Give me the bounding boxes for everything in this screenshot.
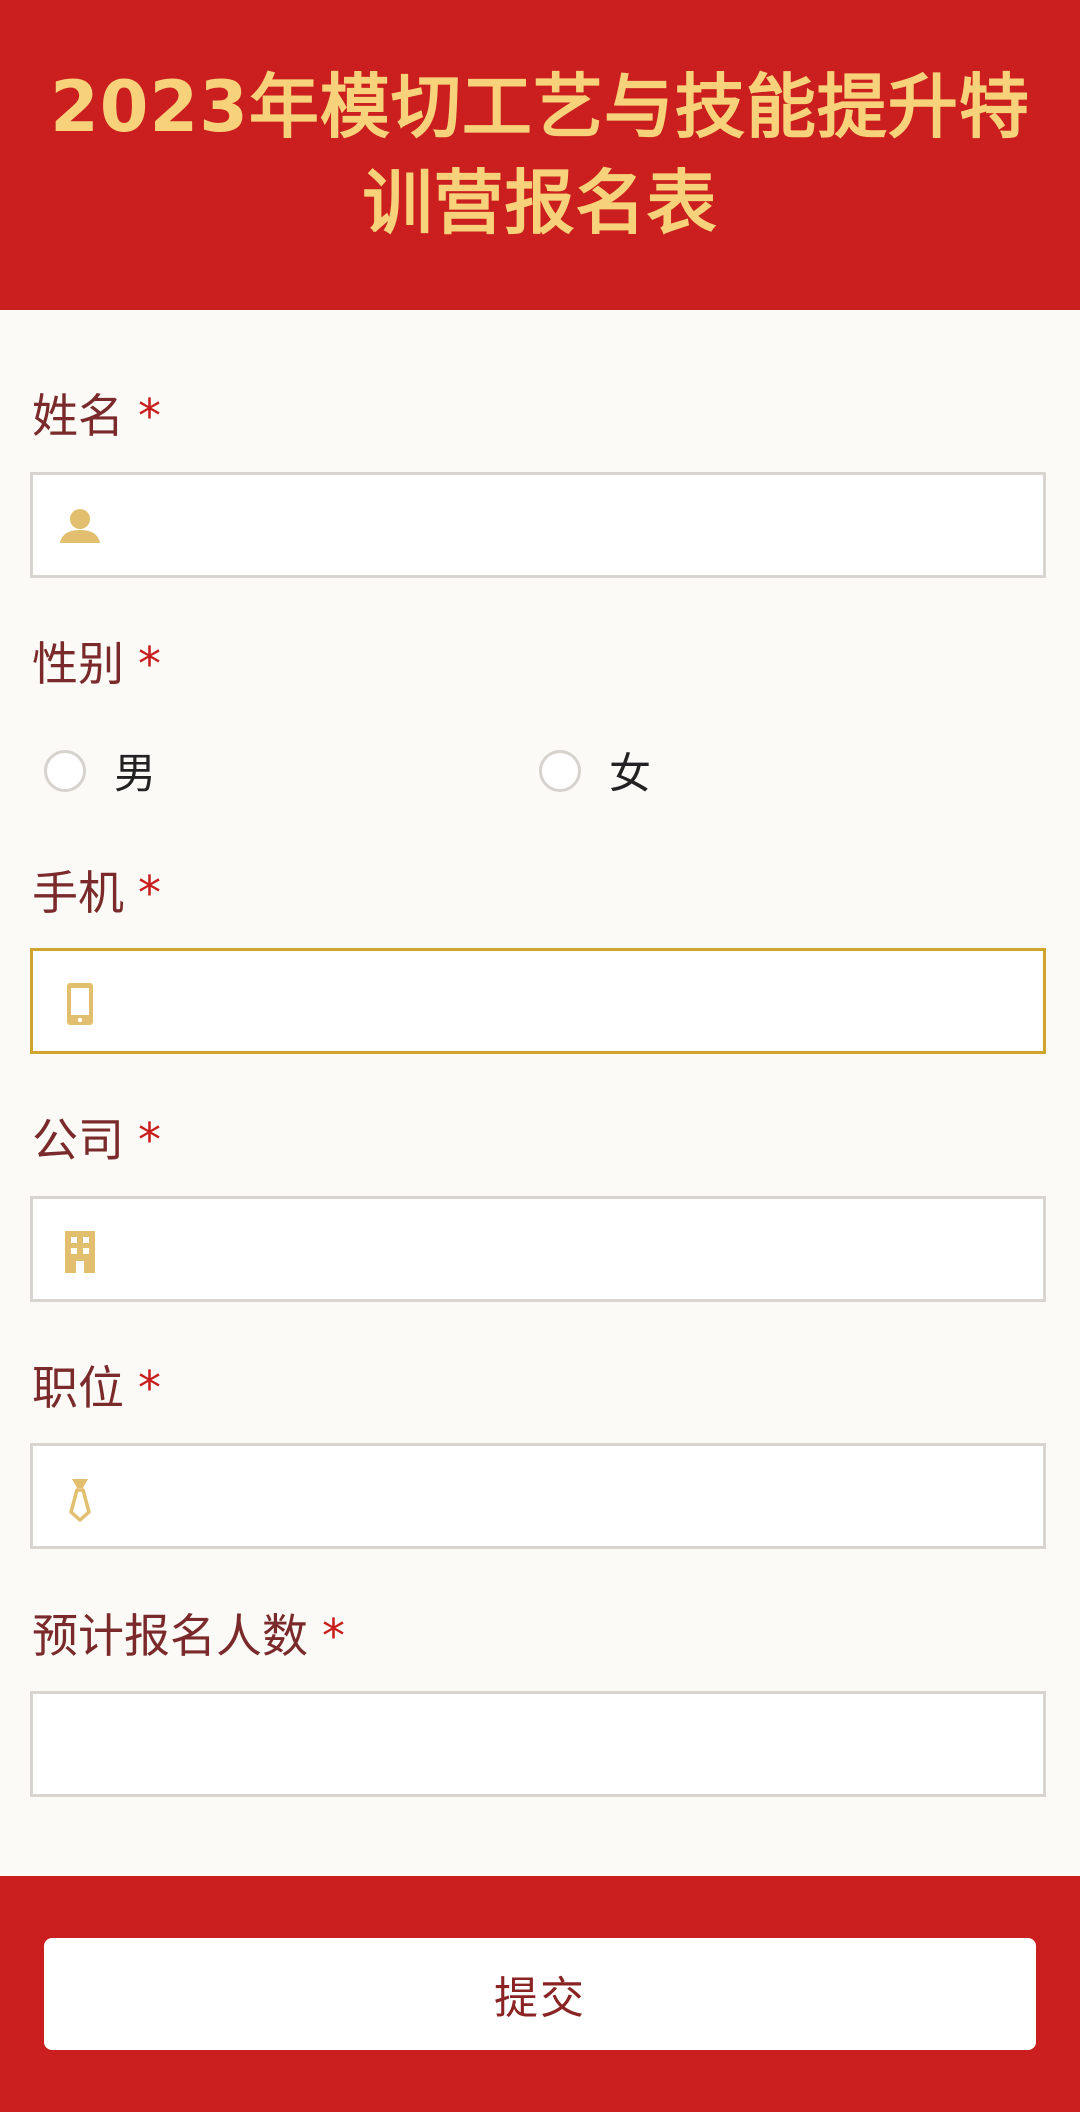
- position-label: 职位 *: [32, 1358, 161, 1418]
- mobile-phone-icon: [55, 979, 105, 1029]
- company-label: 公司 *: [32, 1110, 161, 1170]
- count-input[interactable]: [63, 1694, 1027, 1796]
- phone-label: 手机 *: [32, 863, 161, 923]
- company-field[interactable]: [30, 1196, 1046, 1302]
- radio-button[interactable]: [44, 749, 86, 792]
- position-input[interactable]: [123, 1446, 1027, 1548]
- count-label-text: 预计报名人数: [32, 1609, 308, 1663]
- required-mark: *: [138, 389, 161, 443]
- tie-icon: [55, 1474, 105, 1524]
- form-footer: 提交: [0, 1876, 1080, 2112]
- name-label-text: 姓名: [32, 389, 124, 443]
- gender-option-label: 女: [609, 749, 652, 798]
- user-icon: [55, 503, 105, 553]
- gender-label-text: 性别: [32, 637, 124, 691]
- required-mark: *: [138, 1113, 161, 1167]
- phone-field[interactable]: [30, 948, 1046, 1054]
- company-label-text: 公司: [32, 1113, 124, 1167]
- gender-option-male[interactable]: 男: [44, 740, 156, 801]
- radio-button[interactable]: [539, 749, 581, 792]
- submit-button[interactable]: 提交: [44, 1938, 1036, 2050]
- required-mark: *: [138, 637, 161, 691]
- gender-label: 性别 *: [32, 634, 161, 694]
- position-field[interactable]: [30, 1443, 1046, 1549]
- gender-option-female[interactable]: 女: [539, 740, 651, 801]
- required-mark: *: [322, 1609, 345, 1663]
- form-header: 2023年模切工艺与技能提升特训营报名表: [0, 0, 1080, 310]
- phone-input[interactable]: [123, 951, 1027, 1053]
- company-input[interactable]: [123, 1199, 1027, 1301]
- name-field[interactable]: [30, 472, 1046, 578]
- name-label: 姓名 *: [32, 386, 161, 446]
- required-mark: *: [138, 1361, 161, 1415]
- count-field[interactable]: [30, 1691, 1046, 1797]
- required-mark: *: [138, 866, 161, 920]
- phone-label-text: 手机: [32, 866, 124, 920]
- registration-form: 姓名 * 性别 * 男 女 手机 * 公司 * 职位 * 预计报名人数 *: [0, 310, 1080, 1876]
- building-icon: [55, 1227, 105, 1277]
- count-label: 预计报名人数 *: [32, 1606, 345, 1666]
- name-input[interactable]: [123, 475, 1027, 577]
- position-label-text: 职位: [32, 1361, 124, 1415]
- gender-option-label: 男: [114, 749, 157, 798]
- page-title: 2023年模切工艺与技能提升特训营报名表: [50, 66, 1030, 244]
